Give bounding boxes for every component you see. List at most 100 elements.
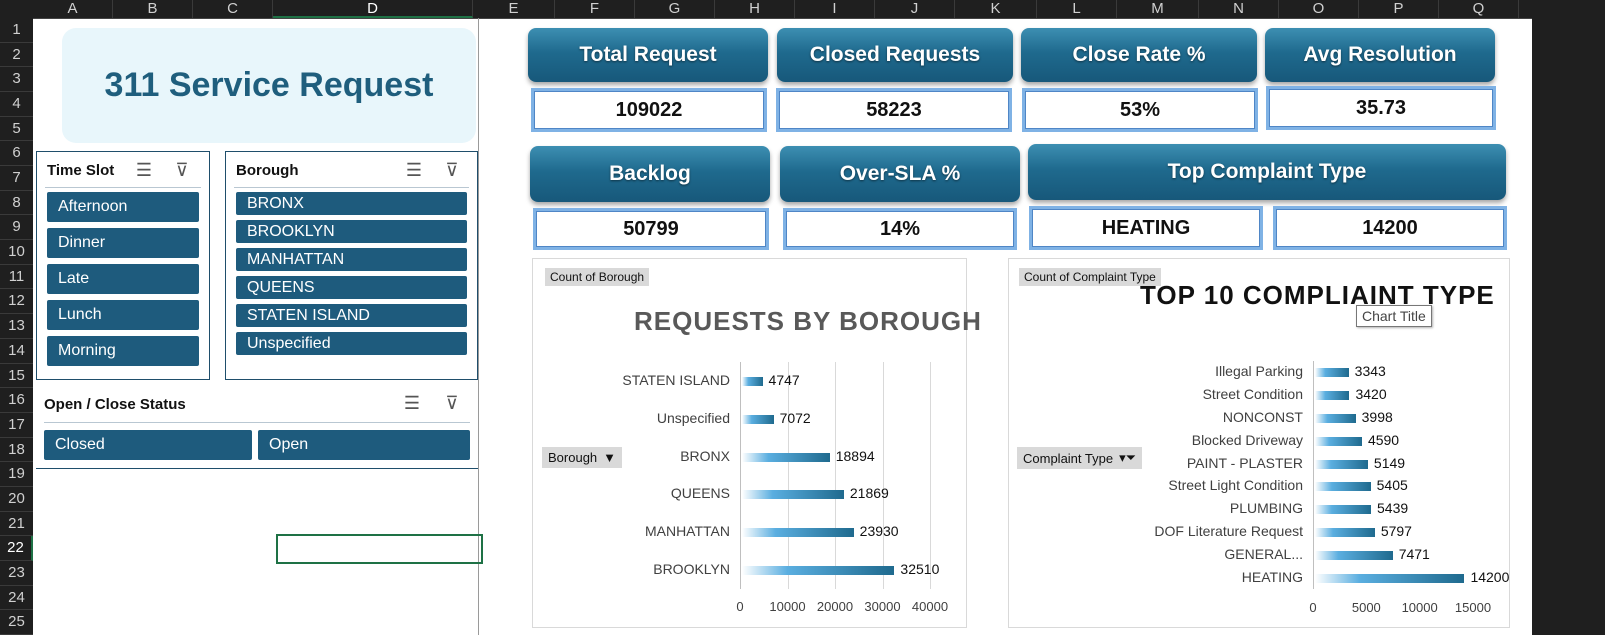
row-header-5[interactable]: 5 [0,117,33,142]
slicer-item-afternoon[interactable]: Afternoon [47,192,199,222]
row-header-12[interactable]: 12 [0,289,33,315]
slicer-item-unspecified[interactable]: Unspecified [236,332,467,355]
slicer-item-closed[interactable]: Closed [44,430,252,460]
row-header-25[interactable]: 25 [0,610,33,635]
row-header-20[interactable]: 20 [0,487,33,512]
pivot-value-field[interactable]: Count of Borough [545,268,650,286]
multi-select-icon[interactable]: ☰ [401,392,423,414]
row-header-13[interactable]: 13 [0,314,33,339]
slicer-item-morning[interactable]: Morning [47,336,199,366]
row-header-14[interactable]: 14 [0,339,33,364]
selected-cell[interactable] [276,534,483,564]
row-header-1[interactable]: 1 [0,18,33,43]
bar[interactable] [1315,391,1350,401]
row-header-4[interactable]: 4 [0,92,33,117]
column-header-q[interactable]: Q [1439,0,1519,18]
slicer-item-brooklyn[interactable]: BROOKLYN [236,220,467,243]
kpi-closed-requests-value: 58223 [776,88,1012,132]
row-header-6[interactable]: 6 [0,141,33,167]
bar[interactable] [1315,528,1375,537]
row-header-23[interactable]: 23 [0,561,33,586]
data-label: 3998 [1361,409,1393,425]
slicer-item-bronx[interactable]: BRONX [236,192,467,215]
slicer-item-dinner[interactable]: Dinner [47,228,199,258]
row-header-19[interactable]: 19 [0,462,33,487]
data-label: 32510 [900,561,940,578]
column-header-e[interactable]: E [473,0,555,18]
bar[interactable] [742,528,854,538]
bar[interactable] [742,414,774,424]
kpi-total-request-value: 109022 [531,88,767,132]
row-header-24[interactable]: 24 [0,586,33,611]
x-tick-label: 0 [736,599,744,614]
column-header-o[interactable]: O [1279,0,1359,18]
x-tick-label: 10000 [769,599,806,614]
bar[interactable] [1315,459,1368,469]
clear-filter-icon[interactable]: ⊽ [171,159,193,181]
row-header-18[interactable]: 18 [0,438,33,463]
status-slicer[interactable]: Open / Close Status ☰ ⊽ Closed Open [36,388,478,469]
slicer-item-staten-island[interactable]: STATEN ISLAND [236,304,467,327]
column-header-g[interactable]: G [635,0,715,18]
row-header-9[interactable]: 9 [0,215,33,241]
row-header-21[interactable]: 21 [0,512,33,537]
row-header-11[interactable]: 11 [0,265,33,290]
row-header-3[interactable]: 3 [0,67,33,93]
data-label: 5149 [1373,454,1406,471]
multi-select-icon[interactable]: ☰ [403,159,425,181]
category-label: BROOKLYN [653,561,730,578]
column-header-i[interactable]: I [795,0,875,18]
bar[interactable] [1315,550,1393,560]
row-header-22[interactable]: 22 [0,536,33,561]
data-label: 3343 [1354,363,1386,380]
column-header-d[interactable]: D [273,0,473,18]
slicer-title: Borough [236,162,299,179]
kpi-top-complaint-count: 14200 [1273,206,1507,250]
chart-title[interactable]: TOP 10 COMPLIAINT TYPE [1140,280,1495,311]
slicer-item-open[interactable]: Open [258,430,470,460]
clear-filter-icon[interactable]: ⊽ [441,159,463,181]
row-header-8[interactable]: 8 [0,191,33,216]
column-header-k[interactable]: K [955,0,1037,18]
column-header-j[interactable]: J [875,0,955,18]
row-header-17[interactable]: 17 [0,413,33,438]
kpi-close-rate-label: Close Rate % [1021,28,1257,82]
bar[interactable] [742,490,844,500]
row-header-10[interactable]: 10 [0,240,33,265]
column-header-n[interactable]: N [1199,0,1279,18]
bar[interactable] [742,566,895,576]
bar[interactable] [742,376,763,386]
clear-filter-icon[interactable]: ⊽ [441,392,463,414]
column-header-b[interactable]: B [113,0,193,18]
slicer-item-lunch[interactable]: Lunch [47,300,199,330]
column-header-l[interactable]: L [1037,0,1117,18]
category-label: BRONX [680,447,730,464]
bar[interactable] [1315,436,1362,446]
bar[interactable] [1315,414,1356,423]
row-header-2[interactable]: 2 [0,43,33,68]
bar[interactable] [1315,505,1372,515]
column-header-m[interactable]: M [1117,0,1199,18]
bar[interactable] [1315,368,1349,378]
bar[interactable] [742,452,830,462]
column-header-p[interactable]: P [1359,0,1439,18]
pivot-value-field[interactable]: Count of Complaint Type [1019,268,1161,286]
row-header-16[interactable]: 16 [0,388,33,413]
category-label: GENERAL... [1224,545,1303,562]
bar[interactable] [1315,573,1465,583]
slicer-item-queens[interactable]: QUEENS [236,276,467,299]
column-header-f[interactable]: F [555,0,635,18]
chart-title[interactable]: REQUESTS BY BOROUGH [634,306,982,337]
slicer-item-late[interactable]: Late [47,264,199,294]
slicer-divider [45,187,201,188]
slicer-item-manhattan[interactable]: MANHATTAN [236,248,467,271]
time-slot-slicer[interactable]: Time Slot ☰ ⊽ Afternoon Dinner Late Lunc… [36,151,210,380]
multi-select-icon[interactable]: ☰ [133,159,155,181]
column-header-a[interactable]: A [33,0,113,18]
bar[interactable] [1315,482,1371,492]
column-header-c[interactable]: C [193,0,273,18]
borough-slicer[interactable]: Borough ☰ ⊽ BRONX BROOKLYN MANHATTAN QUE… [225,151,478,380]
row-header-15[interactable]: 15 [0,364,33,389]
column-header-h[interactable]: H [715,0,795,18]
row-header-7[interactable]: 7 [0,166,33,191]
